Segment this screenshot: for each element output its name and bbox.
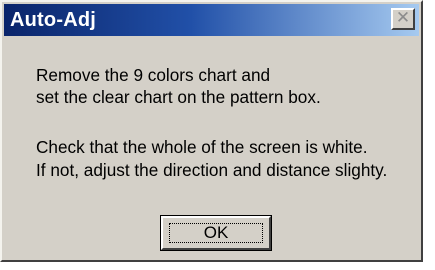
title-bar[interactable]: Auto-Adj ✕ (4, 4, 419, 36)
auto-adj-dialog: Auto-Adj ✕ Remove the 9 colors chart and… (0, 0, 423, 262)
message-line-1: Remove the 9 colors chart and (36, 65, 271, 85)
message-line-4: If not, adjust the direction and distanc… (36, 160, 388, 180)
ok-button[interactable]: OK (160, 215, 272, 251)
close-icon: ✕ (395, 8, 411, 28)
close-button[interactable]: ✕ (391, 8, 415, 30)
message-line-2: set the clear chart on the pattern box. (36, 87, 321, 107)
ok-button-label: OK (203, 223, 229, 242)
dialog-title: Auto-Adj (10, 9, 97, 31)
message-line-3: Check that the whole of the screen is wh… (36, 137, 368, 157)
